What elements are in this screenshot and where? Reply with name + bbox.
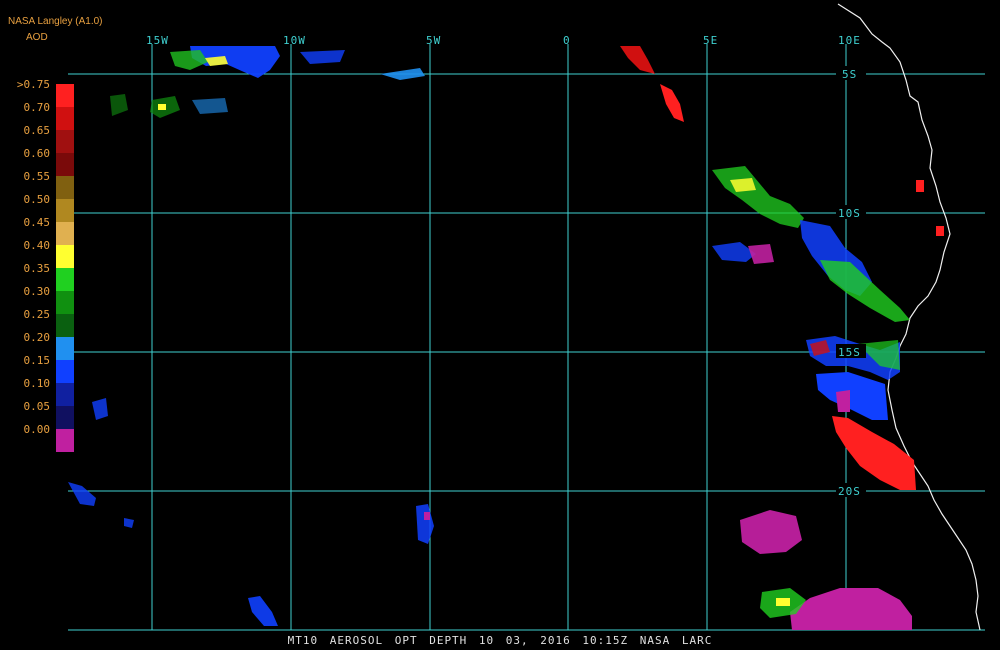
lon-label: 0 xyxy=(563,34,571,47)
legend-swatch xyxy=(56,176,74,199)
legend-label: 0.40 xyxy=(23,239,51,252)
aod-patch-coast-red-2 xyxy=(936,226,944,236)
legend-label: 0.25 xyxy=(23,308,51,321)
legend-label: 0.50 xyxy=(23,193,51,206)
legend-label: 0.70 xyxy=(23,101,51,114)
legend-swatch xyxy=(56,314,74,337)
source-title: NASA Langley (A1.0) xyxy=(8,16,103,27)
lon-label: 10W xyxy=(283,34,306,47)
legend-label: 0.05 xyxy=(23,400,51,413)
lat-label: 15S xyxy=(838,346,861,359)
footer-caption: MT10 AEROSOL OPT DEPTH 10 03, 2016 10:15… xyxy=(287,634,713,647)
legend-swatch xyxy=(56,268,74,291)
legend-label: 0.60 xyxy=(23,147,51,160)
legend-label: 0.30 xyxy=(23,285,51,298)
legend-label: >0.75 xyxy=(16,78,50,91)
legend-swatch xyxy=(56,199,74,222)
lat-label: 10S xyxy=(838,207,861,220)
legend-swatch xyxy=(56,383,74,406)
legend-swatch xyxy=(56,406,74,429)
legend-label: 0.10 xyxy=(23,377,51,390)
map-frame xyxy=(68,0,985,630)
legend-swatch xyxy=(56,360,74,383)
aod-patch-5w-magenta xyxy=(424,512,430,520)
lon-label: 15W xyxy=(146,34,169,47)
color-legend: >0.75 0.70 0.65 0.60 0.55 0.50 0.45 0.40 0.35 0.3… xyxy=(0,78,78,452)
legend-swatch xyxy=(56,153,74,176)
aod-patch-south-yellow xyxy=(776,598,790,606)
legend-swatch xyxy=(56,291,74,314)
lon-label: 5W xyxy=(426,34,441,47)
lon-label: 10E xyxy=(838,34,861,47)
legend-swatch xyxy=(56,107,74,130)
legend-swatch xyxy=(56,429,74,452)
product-title: AOD xyxy=(26,32,48,43)
legend-label: 0.55 xyxy=(23,170,51,183)
legend-swatch xyxy=(56,337,74,360)
legend-label: 0.65 xyxy=(23,124,51,137)
lat-label: 20S xyxy=(838,485,861,498)
aod-map: 15W 10W 5W 0 5E 10E 5S 10S 15S 20S xyxy=(0,0,1000,650)
aod-patch-coast-red xyxy=(916,180,924,192)
legend-swatch xyxy=(56,84,74,107)
lon-label: 5E xyxy=(703,34,718,47)
lat-label: 5S xyxy=(842,68,857,81)
legend-swatch xyxy=(56,222,74,245)
legend-swatch xyxy=(56,130,74,153)
legend-label: 0.20 xyxy=(23,331,51,344)
legend-label: 0.00 xyxy=(23,423,51,436)
aod-patch-15w-yellow xyxy=(158,104,166,110)
legend-label: 0.35 xyxy=(23,262,51,275)
legend-swatch xyxy=(56,245,74,268)
aod-patch-16s-magenta xyxy=(836,390,850,412)
legend-label: 0.45 xyxy=(23,216,51,229)
legend-swatches xyxy=(56,84,74,452)
legend-label: 0.15 xyxy=(23,354,51,367)
